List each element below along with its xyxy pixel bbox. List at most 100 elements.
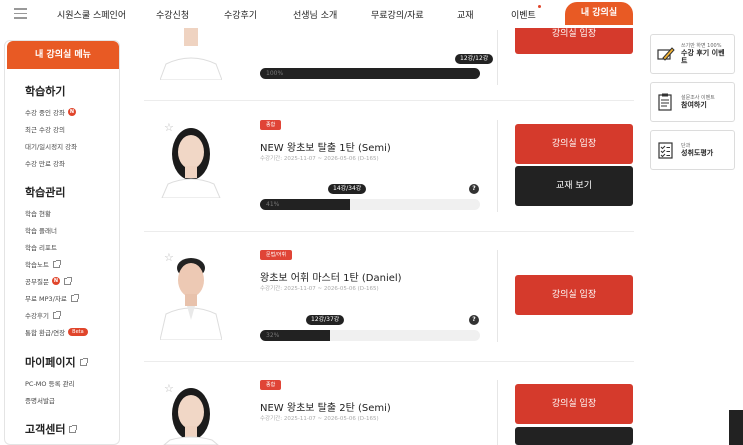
row-divider — [144, 361, 634, 362]
sidebar-item-status[interactable]: 학습 현황 — [25, 208, 51, 218]
sidebar-item-device[interactable]: PC-MO 등록 관리 — [25, 378, 75, 388]
enter-classroom-button[interactable]: 강의실 입장 — [515, 275, 633, 315]
external-link-icon — [69, 424, 78, 433]
nav-events[interactable]: 이벤트 — [511, 5, 541, 21]
progress-bar: 100% — [260, 68, 480, 79]
external-link-icon — [70, 293, 79, 302]
teacher-photo — [160, 122, 222, 198]
sidebar-section-label: 마이페이지 — [25, 356, 76, 369]
sidebar-header: 내 강의실 메뉴 — [7, 41, 119, 69]
column-divider — [497, 30, 498, 85]
course-period: 수강기간: 2025-11-07 ~ 2026-05-06 (D-165) — [260, 156, 379, 162]
card-text: 단과 성취도평가 — [681, 143, 713, 157]
card-subtitle: 설문조사 이벤트 — [681, 94, 715, 101]
card-subtitle: 쓰기만 하면 100% — [681, 42, 722, 49]
my-classroom-button[interactable]: 내 강의실 — [565, 2, 633, 25]
category-tag: 종합 — [260, 380, 282, 390]
category-tag: 문법/어휘 — [260, 250, 293, 260]
sidebar-item-label: 통합 환급/연장 — [25, 329, 66, 337]
sidebar-item-free-mp3[interactable]: 무료 MP3/자료 — [25, 293, 79, 303]
sidebar-item-label: 무료 MP3/자료 — [25, 295, 67, 303]
sidebar-item-label: 수강 중인 강좌 — [25, 109, 66, 117]
course-period: 수강기간: 2025-11-07 ~ 2026-05-06 (D-165) — [260, 416, 379, 422]
card-title: 수강 후기 이벤트 — [681, 48, 725, 65]
sidebar-item-refund[interactable]: 통합 환급/연장 Beta — [25, 327, 88, 337]
sidebar-item-label: 공부질문 — [25, 278, 49, 286]
enter-classroom-button[interactable]: 강의실 입장 — [515, 124, 633, 164]
scroll-top-button[interactable] — [729, 410, 743, 445]
sidebar-item-label: 수강후기 — [25, 312, 49, 320]
survey-icon — [658, 93, 672, 111]
nav-teachers[interactable]: 선생님 소개 — [293, 8, 337, 21]
view-textbook-button[interactable]: 교재 보기 — [515, 166, 633, 206]
new-badge: N — [51, 277, 60, 285]
lesson-count: 14강/34강 — [328, 184, 367, 194]
sidebar-section-label: 고객센터 — [25, 423, 66, 436]
menu-icon[interactable] — [14, 8, 27, 19]
external-link-icon — [79, 357, 88, 366]
nav-events-label: 이벤트 — [511, 11, 536, 21]
course-title[interactable]: 왕초보 어휘 마스터 1탄 (Daniel) — [260, 269, 402, 284]
sidebar-item-expired[interactable]: 수강 만료 강좌 — [25, 158, 65, 168]
top-navigation: 시원스쿨 스페인어 수강신청 수강후기 선생님 소개 무료강의/자료 교재 이벤… — [0, 0, 743, 28]
new-dot-icon — [537, 5, 541, 8]
sidebar-item-notes[interactable]: 학습노트 — [25, 259, 61, 269]
external-link-icon — [52, 259, 61, 268]
enter-classroom-button[interactable]: 강의실 입장 — [515, 384, 633, 424]
sidebar: 내 강의실 메뉴 학습하기 수강 중인 강좌 N 최근 수강 강의 대기/일시정지… — [4, 40, 120, 445]
lesson-count: 12강/37강 — [306, 315, 345, 325]
card-text: 설문조사 이벤트 참여하기 — [681, 95, 715, 109]
sidebar-section-mypage[interactable]: 마이페이지 — [25, 354, 88, 370]
sidebar-section-manage: 학습관리 — [25, 186, 66, 199]
help-icon[interactable]: ? — [469, 184, 479, 194]
sidebar-section-study: 학습하기 — [25, 85, 66, 98]
review-event-card[interactable]: 쓰기만 하면 100% 수강 후기 이벤트 — [650, 34, 735, 74]
nav-books[interactable]: 교재 — [457, 8, 474, 21]
external-link-icon — [63, 276, 72, 285]
card-title: 참여하기 — [681, 100, 707, 109]
row-divider — [144, 231, 634, 232]
checklist-icon — [658, 142, 673, 159]
progress-bar: 41% — [260, 199, 480, 210]
sidebar-item-recent[interactable]: 최근 수강 강의 — [25, 124, 65, 134]
sidebar-item-certificate[interactable]: 증명서발급 — [25, 395, 55, 405]
card-text: 쓰기만 하면 100% 수강 후기 이벤트 — [681, 43, 728, 66]
progress-bar: 32% — [260, 330, 480, 341]
sidebar-item-report[interactable]: 학습 리포트 — [25, 242, 57, 252]
teacher-photo — [160, 382, 222, 445]
nav-enroll[interactable]: 수강신청 — [156, 8, 189, 21]
column-divider — [497, 380, 498, 445]
nav-reviews[interactable]: 수강후기 — [224, 8, 257, 21]
survey-event-card[interactable]: 설문조사 이벤트 참여하기 — [650, 82, 735, 122]
sidebar-item-paused[interactable]: 대기/일시정지 강좌 — [25, 141, 77, 151]
category-tag: 종합 — [260, 120, 282, 130]
pen-icon — [657, 47, 675, 61]
nav-spanish[interactable]: 시원스쿨 스페인어 — [57, 8, 126, 21]
help-icon[interactable]: ? — [469, 315, 479, 325]
card-title: 성취도평가 — [681, 148, 714, 157]
course-title[interactable]: NEW 왕초보 탈출 2탄 (Semi) — [260, 399, 391, 414]
view-textbook-button[interactable] — [515, 427, 633, 445]
sidebar-item-current-courses[interactable]: 수강 중인 강좌 N — [25, 107, 77, 117]
sidebar-item-planner[interactable]: 학습 플래너 — [25, 225, 57, 235]
teacher-photo — [160, 250, 222, 340]
beta-badge: Beta — [68, 328, 88, 336]
progress-label: 100% — [266, 70, 284, 77]
column-divider — [497, 120, 498, 212]
new-badge: N — [68, 108, 77, 116]
progress-fill — [260, 68, 480, 79]
column-divider — [497, 250, 498, 342]
achievement-test-card[interactable]: 단과 성취도평가 — [650, 130, 735, 170]
lesson-count: 12강/12강 — [455, 54, 494, 64]
course-title[interactable]: NEW 왕초보 탈출 1탄 (Semi) — [260, 139, 391, 154]
course-period: 수강기간: 2025-11-07 ~ 2026-05-06 (D-165) — [260, 286, 379, 292]
row-divider — [144, 100, 634, 101]
sidebar-section-support[interactable]: 고객센터 — [25, 421, 78, 437]
sidebar-item-questions[interactable]: 공부질문 N — [25, 276, 72, 286]
external-link-icon — [52, 310, 61, 319]
progress-label: 32% — [266, 332, 280, 339]
nav-free[interactable]: 무료강의/자료 — [371, 8, 424, 21]
sidebar-item-review[interactable]: 수강후기 — [25, 310, 61, 320]
sidebar-item-label: 학습노트 — [25, 261, 49, 269]
progress-label: 41% — [266, 201, 280, 208]
